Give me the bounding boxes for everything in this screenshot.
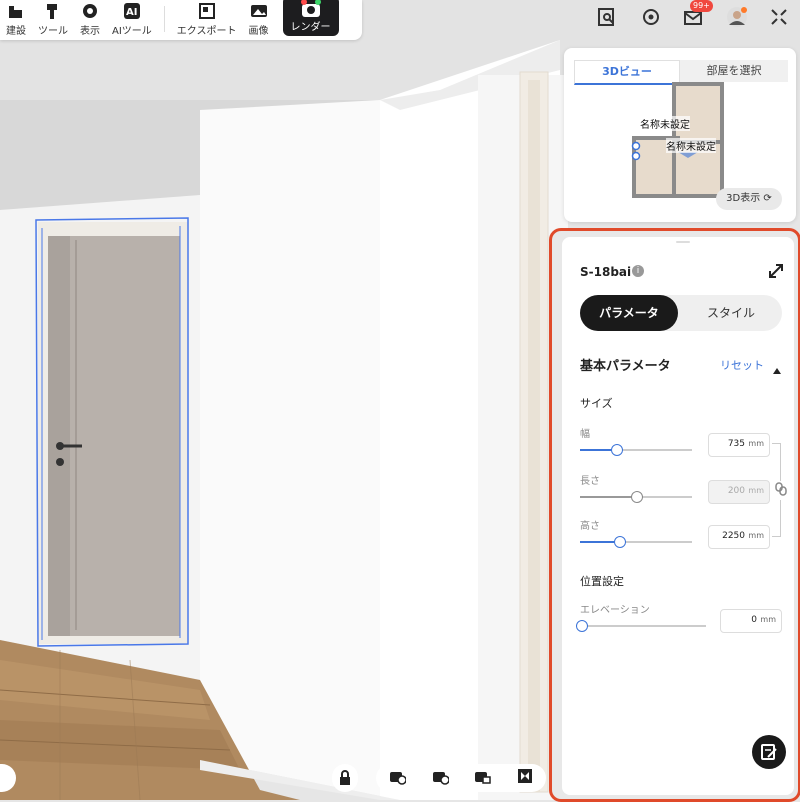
- toolbar-view-label: 表示: [80, 26, 100, 37]
- avatar[interactable]: [726, 6, 748, 28]
- elevation-slider[interactable]: [576, 620, 706, 632]
- height-value: 2250: [722, 531, 745, 541]
- basic-params-heading: 基本パラメータ: [580, 359, 671, 374]
- elevation-value: 0: [751, 615, 757, 625]
- height-input[interactable]: 2250 mm: [708, 525, 770, 549]
- toolbar-build-button[interactable]: 建設: [0, 0, 32, 37]
- main-toolbar: 建設 ツール 表示 AI AIツール エクスポート 画像 レンダー: [0, 0, 362, 40]
- width-unit: mm: [748, 439, 764, 448]
- image-icon: [250, 2, 268, 20]
- elevation-slider-knob[interactable]: [576, 620, 588, 632]
- tab-parameters[interactable]: パラメータ: [580, 295, 678, 331]
- toolbar-image-label: 画像: [248, 26, 269, 37]
- length-slider-knob[interactable]: [631, 491, 643, 503]
- camera-settings-icon[interactable]: [431, 767, 450, 789]
- elevation-label: エレベーション: [580, 605, 650, 616]
- room-label-1: 名称未設定: [640, 116, 690, 131]
- add-camera-icon[interactable]: [388, 767, 407, 789]
- length-unit: mm: [748, 486, 764, 495]
- notification-badge: 99+: [690, 0, 713, 12]
- elevation-slider-track: [576, 625, 706, 627]
- camera-list-icon[interactable]: [473, 767, 491, 789]
- collapse-caret-icon[interactable]: [772, 360, 782, 379]
- reset-button[interactable]: リセット: [720, 357, 764, 373]
- height-slider[interactable]: [580, 536, 692, 548]
- bottom-toolbar: [376, 764, 546, 792]
- toolbar-export-label: エクスポート: [176, 26, 237, 37]
- ai-tool-icon: AI: [123, 2, 141, 20]
- toolbar-ai-tool-label: AIツール: [112, 26, 152, 37]
- drag-handle[interactable]: [676, 241, 690, 243]
- 3d-display-button[interactable]: 3D表示 ⟳: [716, 188, 782, 210]
- render-button[interactable]: レンダー: [282, 0, 339, 36]
- tab-select-room[interactable]: 部屋を選択: [680, 60, 788, 82]
- rotate-icon: ⟳: [763, 193, 772, 204]
- panel-title: S-18bai: [580, 265, 632, 279]
- settings-icon[interactable]: [640, 6, 662, 28]
- length-slider[interactable]: [580, 491, 692, 503]
- svg-text:AI: AI: [126, 7, 137, 18]
- height-slider-knob[interactable]: [614, 536, 626, 548]
- length-label: 長さ: [580, 476, 600, 487]
- tab-select-room-label: 部屋を選択: [706, 64, 762, 77]
- export-icon: [198, 2, 216, 20]
- length-slider-fill: [580, 496, 631, 498]
- toolbar-view-button[interactable]: 表示: [74, 0, 106, 37]
- notes-button[interactable]: [752, 735, 786, 769]
- build-icon: [7, 2, 25, 20]
- elevation-input[interactable]: 0 mm: [720, 609, 782, 633]
- fit-view-icon[interactable]: [516, 767, 534, 789]
- properties-panel: S-18bai i パラメータ スタイル 基本パラメータ リセット サイズ 幅 …: [549, 228, 800, 802]
- tab-style[interactable]: スタイル: [680, 295, 782, 331]
- info-icon[interactable]: i: [632, 265, 644, 277]
- expand-icon[interactable]: [768, 263, 784, 283]
- lock-button[interactable]: [332, 764, 358, 792]
- length-value: 200: [727, 486, 745, 496]
- toolbar-export-button[interactable]: エクスポート: [171, 0, 243, 37]
- height-unit: mm: [748, 531, 764, 540]
- width-slider-fill: [580, 449, 611, 451]
- toolbar-tool-button[interactable]: ツール: [32, 0, 74, 37]
- width-label: 幅: [580, 429, 590, 440]
- width-value: 735: [727, 439, 745, 449]
- collapse-icon[interactable]: [768, 6, 790, 28]
- search-page-icon[interactable]: [596, 6, 618, 28]
- minimap-panel: 3Dビュー 部屋を選択 名称未設定 名称未設定 3D表示 ⟳: [564, 48, 796, 222]
- lock-icon: [340, 770, 350, 785]
- width-slider[interactable]: [580, 444, 692, 456]
- tool-icon: [44, 2, 62, 20]
- link-icon[interactable]: [774, 481, 788, 500]
- camera-icon: [300, 0, 321, 22]
- toolbar-ai-tool-button[interactable]: AI AIツール: [106, 0, 158, 37]
- length-input[interactable]: 200 mm: [708, 480, 770, 504]
- size-heading: サイズ: [580, 397, 613, 410]
- 3d-display-label: 3D表示: [726, 193, 761, 204]
- toolbar-image-button[interactable]: 画像: [243, 0, 275, 37]
- edit-note-icon: [761, 744, 777, 760]
- tab-3d-view-label: 3Dビュー: [602, 65, 652, 78]
- properties-panel-body: S-18bai i パラメータ スタイル 基本パラメータ リセット サイズ 幅 …: [562, 237, 794, 795]
- toolbar-build-label: 建設: [6, 26, 26, 37]
- toolbar-tool-label: ツール: [38, 26, 68, 37]
- height-slider-fill: [580, 541, 614, 543]
- toolbar-divider: [163, 6, 165, 32]
- room-label-2: 名称未設定: [666, 138, 716, 153]
- param-style-toggle: パラメータ スタイル: [580, 295, 782, 331]
- elevation-unit: mm: [760, 615, 776, 624]
- height-label: 高さ: [580, 521, 600, 532]
- view-icon: [81, 2, 99, 20]
- width-input[interactable]: 735 mm: [708, 433, 770, 457]
- width-slider-knob[interactable]: [611, 444, 623, 456]
- position-heading: 位置設定: [580, 575, 624, 588]
